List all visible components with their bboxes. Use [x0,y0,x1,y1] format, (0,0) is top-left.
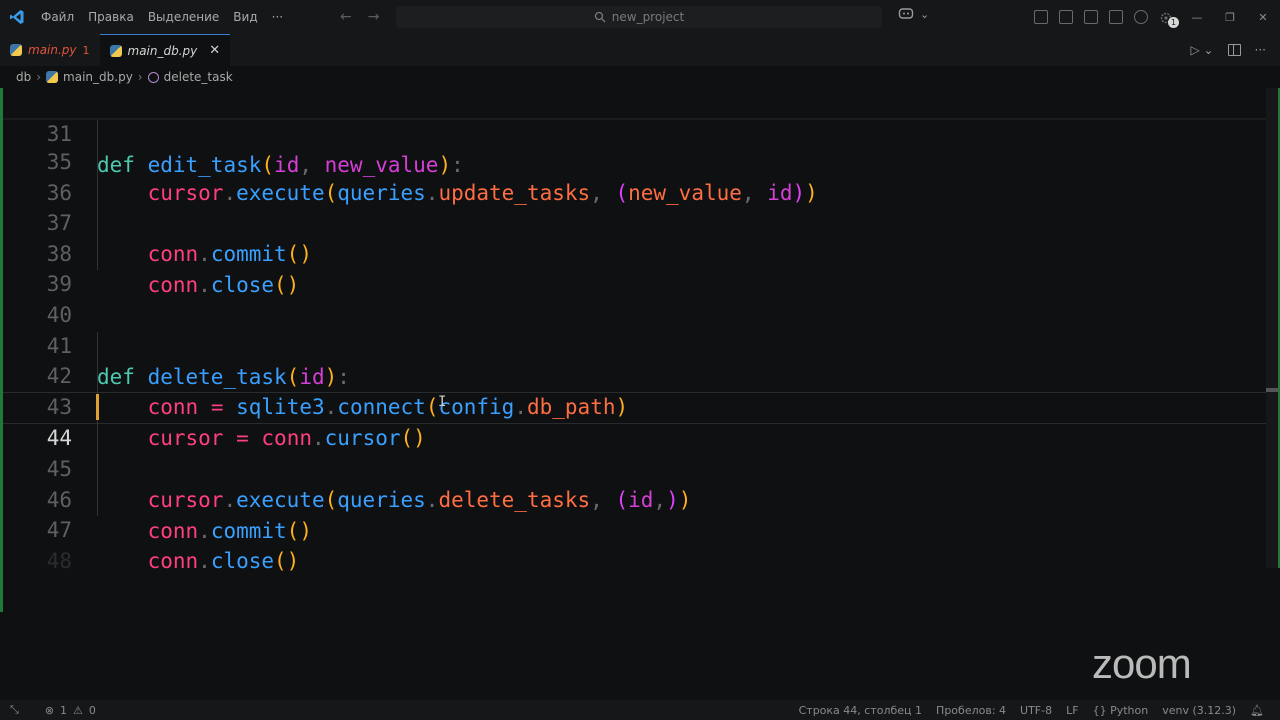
screen-share-border [0,88,3,612]
minimize-icon[interactable]: — [1186,11,1208,24]
language-mode[interactable]: {} Python [1093,704,1149,717]
status-right: Строка 44, столбец 1 Пробелов: 4 UTF-8 L… [799,700,1264,720]
variable: conn [147,549,199,573]
close-window-icon[interactable]: ✕ [1252,11,1274,24]
code-line-39: 39 [0,238,1266,296]
copilot-menu[interactable]: ⌄ [898,7,929,21]
more-actions-icon[interactable]: ··· [1255,43,1266,57]
split-editor-icon[interactable] [1227,44,1241,56]
account-icon[interactable] [1134,10,1148,24]
toggle-panel-icon[interactable] [1084,10,1098,24]
text-caret [96,394,99,420]
chevron-right-icon: › [36,70,42,84]
end-of-line[interactable]: LF [1066,704,1078,717]
menu-bar: Файл Правка Выделение Вид ··· [34,0,290,34]
back-arrow-icon[interactable]: ← [340,9,352,25]
python-file-icon [109,44,122,57]
tab-label: main_db.py [127,43,198,58]
code-line-46: 46 conn.commit() [0,454,1266,543]
search-text: new_project [611,10,685,24]
code-line-44: 44 [0,392,1266,450]
tab-main-py[interactable]: main.py 1 [0,34,100,66]
vscode-logo-icon [0,0,34,34]
code-line-43: 43 cursor = conn.cursor() [0,361,1266,450]
code-editor[interactable]: 31 def edit_task(id, new_value): 35 curs… [0,88,1266,700]
layout-customize-icon[interactable] [1034,10,1048,24]
search-icon [594,11,606,23]
chevron-right-icon: › [137,70,143,84]
vertical-scrollbar[interactable] [1266,88,1278,700]
problem-count-badge: 1 [82,43,90,57]
python-file-icon [46,71,59,83]
toggle-sidebar-icon[interactable] [1059,10,1073,24]
close-icon[interactable]: ✕ [209,43,220,58]
mouse-ibeam-cursor-icon: I [438,394,447,410]
cursor-position-marker [1266,388,1278,392]
code-line-38: 38 conn.close() [0,208,1266,297]
code-line-41: 41 def delete_task(id): [0,300,1266,389]
notifications-bell-icon[interactable]: 🔔︎ [1250,704,1264,717]
status-left: ⤡ ⊗ 1 ⚠ 0 [0,703,96,717]
cursor-position[interactable]: Строка 44, столбец 1 [799,704,922,717]
menu-view[interactable]: Вид [226,0,264,34]
menu-edit[interactable]: Правка [81,0,141,34]
run-python-file-icon[interactable]: ▷ ⌄ [1190,43,1213,57]
tab-label: main.py [28,43,77,57]
method: close [210,549,275,573]
toggle-secondary-sidebar-icon[interactable] [1109,10,1123,24]
code-line-31: 31 def edit_task(id, new_value): [0,88,1266,177]
code-line-42: 42 conn = sqlite3.connect(config.db_path… [0,330,1266,419]
python-file-icon [10,44,22,56]
code-line-45: 45 cursor.execute(queries.delete_tasks, … [0,423,1266,512]
code-line-37: 37 conn.commit() [0,177,1266,266]
encoding[interactable]: UTF-8 [1020,704,1052,717]
code-line-36: 36 [0,147,1266,205]
code-line-35: 35 cursor.execute(queries.update_tasks, … [0,116,1266,205]
breadcrumb: db › main_db.py › delete_task [0,66,1280,88]
status-bar: ⤡ ⊗ 1 ⚠ 0 Строка 44, столбец 1 Пробелов:… [0,700,1280,720]
navigation-arrows: ← → [340,0,379,34]
copilot-icon [898,8,914,19]
menu-more[interactable]: ··· [265,0,290,34]
breadcrumb-symbol[interactable]: delete_task [164,70,233,84]
settings-gear-icon[interactable]: 1 [1159,10,1179,28]
code-line-47: 47 conn.close() [0,484,1266,573]
scroll-thumb[interactable] [1266,88,1278,568]
indentation[interactable]: Пробелов: 4 [936,704,1006,717]
zoom-watermark-logo: zoom [1092,640,1192,687]
code-line-48: 48 [0,515,1266,573]
warning-count[interactable]: 0 [89,704,96,717]
tab-main-db-py[interactable]: main_db.py ✕ [99,34,231,66]
restore-icon[interactable]: ❐ [1219,11,1241,24]
menu-selection[interactable]: Выделение [141,0,226,34]
breadcrumb-folder[interactable]: db [16,70,31,84]
line-number: 48 [46,549,72,573]
forward-arrow-icon[interactable]: → [368,9,380,25]
error-icon[interactable]: ⊗ [45,704,54,717]
command-center-search[interactable]: new_project [396,6,882,28]
python-interpreter[interactable]: venv (3.12.3) [1162,704,1236,717]
chevron-down-icon: ⌄ [920,7,930,21]
method-symbol-icon [147,71,159,83]
editor-tab-bar: main.py 1 main_db.py ✕ ▷ ⌄ ··· [0,34,1280,66]
remote-icon[interactable]: ⤡ [10,703,19,717]
title-bar: Файл Правка Выделение Вид ··· ← → new_pr… [0,0,1280,34]
code-line-40: 40 [0,269,1266,327]
menu-file[interactable]: Файл [34,0,81,34]
breadcrumb-file[interactable]: main_db.py [63,70,133,84]
editor-actions: ▷ ⌄ ··· [1190,34,1266,66]
title-bar-actions: 1 — ❐ ✕ [1034,0,1274,34]
warning-icon[interactable]: ⚠ [73,704,83,717]
notification-badge: 1 [1168,17,1179,28]
error-count[interactable]: 1 [60,704,67,717]
